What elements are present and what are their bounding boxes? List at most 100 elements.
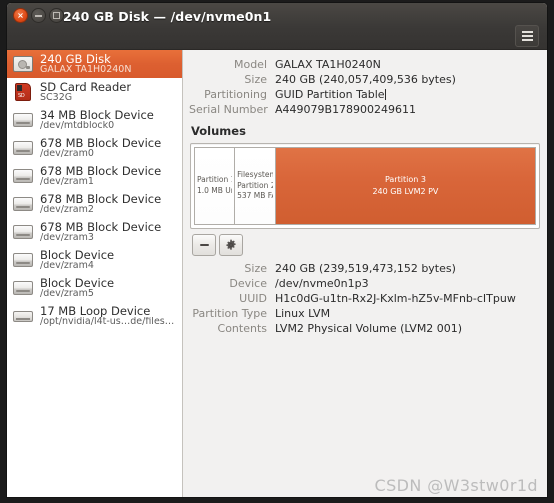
field-value: /dev/nvme0n1p3	[275, 277, 369, 290]
device-title: Block Device	[40, 248, 115, 262]
field-label: Size	[244, 262, 267, 275]
field-label: Contents	[217, 322, 267, 335]
device-title: 678 MB Block Device	[40, 192, 162, 206]
sidebar-item-dev-zram1[interactable]: 678 MB Block Device/dev/zram1	[7, 162, 182, 190]
partition-options-button[interactable]	[219, 234, 243, 256]
maximize-icon	[53, 12, 60, 19]
device-subtitle: GALAX TA1H0240N	[40, 65, 132, 76]
sidebar-item-sc32g[interactable]: SD Card ReaderSC32G	[7, 78, 182, 106]
block-device-icon	[12, 166, 34, 186]
loop-device-icon	[12, 306, 34, 326]
sidebar-item-dev-zram0[interactable]: 678 MB Block Device/dev/zram0	[7, 134, 182, 162]
block-device-icon	[12, 250, 34, 270]
device-sidebar[interactable]: 240 GB DiskGALAX TA1H0240NSD Card Reader…	[7, 50, 183, 497]
field-value: GUID Partition Table	[275, 88, 385, 101]
drive-detail-pane: Model GALAX TA1H0240N Size 240 GB (240,057,…	[183, 50, 547, 497]
field-label: Model	[233, 58, 267, 71]
sidebar-item-dev-zram2[interactable]: 678 MB Block Device/dev/zram2	[7, 190, 182, 218]
device-subtitle: /dev/zram2	[40, 205, 94, 216]
app-menu-button[interactable]	[515, 25, 539, 47]
minus-icon	[199, 244, 209, 246]
sidebar-item-dev-mtdblock0[interactable]: 34 MB Block Device/dev/mtdblock0	[7, 106, 182, 134]
sidebar-item-dev-zram4[interactable]: Block Device/dev/zram4	[7, 246, 182, 274]
field-row: Contents LVM2 Physical Volume (LVM2 001)	[189, 322, 541, 335]
device-subtitle: /dev/mtdblock0	[40, 121, 115, 132]
device-title: 678 MB Block Device	[40, 136, 162, 150]
volumes-heading: Volumes	[191, 124, 246, 138]
screenshot-root: × 240 GB Disk — /dev/nvme0n1 240 GB Disk…	[0, 0, 554, 503]
device-title: SD Card Reader	[40, 80, 132, 94]
field-row: Partition Type Linux LVM	[189, 307, 541, 320]
device-subtitle: /dev/zram3	[40, 233, 94, 244]
disks-application-window: × 240 GB Disk — /dev/nvme0n1 240 GB Disk…	[6, 2, 548, 498]
partition-segment[interactable]: Partition 3 240 GB LVM2 PV	[274, 148, 535, 224]
sidebar-item-dev-zram5[interactable]: Block Device/dev/zram5	[7, 274, 182, 302]
partition-label-line: Filesystem	[237, 169, 273, 179]
gear-icon	[226, 239, 236, 250]
partition-label-line: 537 MB FAT	[237, 191, 273, 201]
field-value: 240 GB (240,057,409,536 bytes)	[275, 73, 456, 86]
block-device-icon	[12, 138, 34, 158]
device-subtitle: /dev/zram0	[40, 149, 94, 160]
minimize-window-button[interactable]	[31, 8, 46, 23]
partition-segment[interactable]: Partition 11.0 MB Un…	[195, 148, 235, 224]
field-label: Size	[244, 73, 267, 86]
close-icon: ×	[17, 10, 24, 20]
field-value: 240 GB (239,519,473,152 bytes)	[275, 262, 456, 275]
partition-label-line: Partition 1	[197, 175, 233, 185]
partition-label-line: Partition 2	[237, 180, 273, 190]
window-title: 240 GB Disk — /dev/nvme0n1	[63, 9, 272, 24]
maximize-window-button[interactable]	[49, 8, 64, 23]
drive-fields: Model GALAX TA1H0240N Size 240 GB (240,057,…	[189, 58, 541, 116]
close-window-button[interactable]: ×	[13, 8, 28, 23]
field-row: Serial Number A449079B178900249611	[189, 103, 541, 116]
field-value: LVM2 Physical Volume (LVM2 001)	[275, 322, 463, 335]
field-row: Device/dev/nvme0n1p3	[189, 277, 541, 290]
device-subtitle: /dev/zram4	[40, 261, 94, 272]
partition-segment[interactable]: FilesystemPartition 2537 MB FAT	[234, 148, 275, 224]
partition-fields: Size 240 GB (239,519,473,152 bytes) Device…	[189, 262, 541, 335]
block-device-icon	[12, 278, 34, 298]
partition-label-line: Partition 3	[384, 175, 426, 185]
device-subtitle: /opt/nvidia/l4t-us…de/filesystem.img	[40, 317, 178, 328]
block-device-icon	[12, 194, 34, 214]
device-title: 240 GB Disk	[40, 52, 111, 66]
field-row: Partitioning GUID Partition Table	[189, 88, 541, 101]
block-device-icon	[12, 222, 34, 242]
hard-disk-icon	[12, 54, 34, 74]
field-value: GALAX TA1H0240N	[275, 58, 381, 71]
device-subtitle: /dev/zram1	[40, 177, 94, 188]
field-label: Partitioning	[204, 88, 267, 101]
hamburger-menu-icon	[521, 31, 533, 33]
window-controls: ×	[13, 8, 64, 23]
field-value: Linux LVM	[275, 307, 331, 320]
delete-partition-button[interactable]	[192, 234, 216, 256]
device-subtitle: /dev/zram5	[40, 289, 94, 300]
field-label: Partition Type	[192, 307, 267, 320]
device-subtitle: SC32G	[40, 93, 73, 104]
sidebar-item-dev-zram3[interactable]: 678 MB Block Device/dev/zram3	[7, 218, 182, 246]
field-label: UUID	[239, 292, 267, 305]
field-label: Serial Number	[189, 103, 268, 116]
partition-label-line: 1.0 MB Un…	[197, 186, 232, 195]
field-row: Size 240 GB (239,519,473,152 bytes)	[189, 262, 541, 275]
device-title: 17 MB Loop Device	[40, 304, 151, 318]
field-row: Size 240 GB (240,057,409,536 bytes)	[189, 73, 541, 86]
volumes-widget: Partition 11.0 MB Un…FilesystemPartition…	[190, 143, 540, 229]
partition-label-line: 240 GB LVM2 PV	[372, 187, 439, 196]
sidebar-item-galax-ta1h0240n[interactable]: 240 GB Disk GALAX TA1H0240N	[7, 50, 182, 78]
field-label: Device	[229, 277, 267, 290]
field-row: Model GALAX TA1H0240N	[189, 58, 541, 71]
partition-toolbar	[192, 234, 541, 256]
device-title: Block Device	[40, 276, 115, 290]
sidebar-item-opt-nvidia-l4t-us-de-filesystem-img[interactable]: 17 MB Loop Device/opt/nvidia/l4t-us…de/f…	[7, 302, 182, 330]
device-title: 678 MB Block Device	[40, 164, 162, 178]
minimize-icon	[35, 14, 42, 17]
device-title: 678 MB Block Device	[40, 220, 162, 234]
device-title: 34 MB Block Device	[40, 108, 154, 122]
window-content: 240 GB DiskGALAX TA1H0240NSD Card Reader…	[7, 50, 547, 497]
field-value: H1c0dG-u1tn-Rx2J-Kxlm-hZ5v-MFnb-cITpuw	[275, 292, 516, 305]
field-value: A449079B178900249611	[275, 103, 417, 116]
partition-bar[interactable]: Partition 11.0 MB Un…FilesystemPartition…	[194, 147, 536, 225]
sd-card-icon	[12, 82, 34, 102]
